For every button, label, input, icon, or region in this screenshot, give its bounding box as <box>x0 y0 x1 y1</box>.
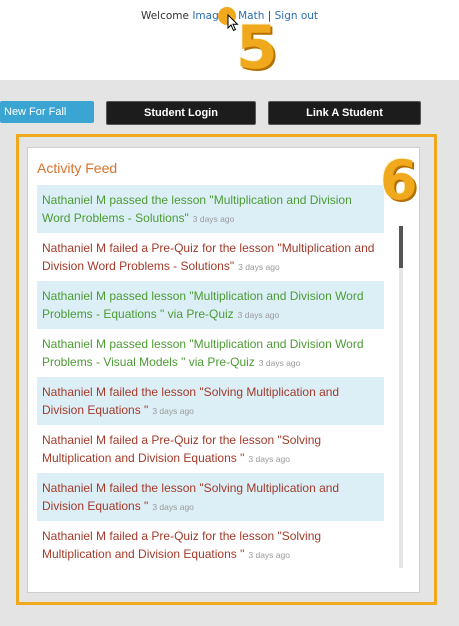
feed-item: Nathaniel M failed the lesson "Solving M… <box>37 473 384 521</box>
new-for-fall-button[interactable]: New For Fall <box>0 101 94 123</box>
feed-item: Nathaniel M failed a Pre-Quiz for the le… <box>37 521 384 568</box>
step-number-callout: 5 <box>236 13 278 83</box>
feed-item-text: Nathaniel M passed lesson "Multiplicatio… <box>42 289 364 321</box>
feed-item: Nathaniel M failed a Pre-Quiz for the le… <box>37 425 384 473</box>
sign-out-link[interactable]: Sign out <box>275 10 318 22</box>
activity-feed-list[interactable]: Nathaniel M passed the lesson "Multiplic… <box>37 185 384 568</box>
student-login-button[interactable]: Student Login <box>106 101 256 125</box>
top-bar: Welcome Imagine Math | Sign out 5 <box>0 0 459 80</box>
feed-item: Nathaniel M passed lesson "Multiplicatio… <box>37 281 384 329</box>
feed-item-text: Nathaniel M failed a Pre-Quiz for the le… <box>42 241 375 273</box>
feed-item-time: 3 days ago <box>248 454 290 464</box>
link-student-button[interactable]: Link A Student <box>268 101 421 125</box>
feed-scrollbar-track[interactable] <box>399 228 403 568</box>
feed-item-time: 3 days ago <box>152 502 194 512</box>
feed-item-time: 3 days ago <box>248 550 290 560</box>
activity-feed-title: Activity Feed <box>37 160 118 176</box>
feed-scrollbar-thumb[interactable] <box>399 226 403 268</box>
feed-item: Nathaniel M failed the lesson "Solving M… <box>37 377 384 425</box>
feed-item-text: Nathaniel M passed lesson "Multiplicatio… <box>42 337 364 369</box>
feed-item: Nathaniel M passed the lesson "Multiplic… <box>37 185 384 233</box>
feed-item-time: 3 days ago <box>152 406 194 416</box>
feed-item: Nathaniel M failed a Pre-Quiz for the le… <box>37 233 384 281</box>
nav-bar: New For Fall Student Login Link A Studen… <box>0 101 459 125</box>
feed-item-time: 3 days ago <box>238 262 280 272</box>
welcome-text: Welcome <box>140 10 193 22</box>
feed-item-time: 3 days ago <box>192 214 235 224</box>
feed-item-time: 3 days ago <box>258 358 301 368</box>
feed-item: Nathaniel M passed lesson "Multiplicatio… <box>37 329 384 377</box>
activity-feed-panel: Activity Feed Nathaniel M passed the les… <box>27 147 420 593</box>
feed-item-time: 3 days ago <box>237 310 280 320</box>
step-number-callout: 6 <box>380 149 418 212</box>
